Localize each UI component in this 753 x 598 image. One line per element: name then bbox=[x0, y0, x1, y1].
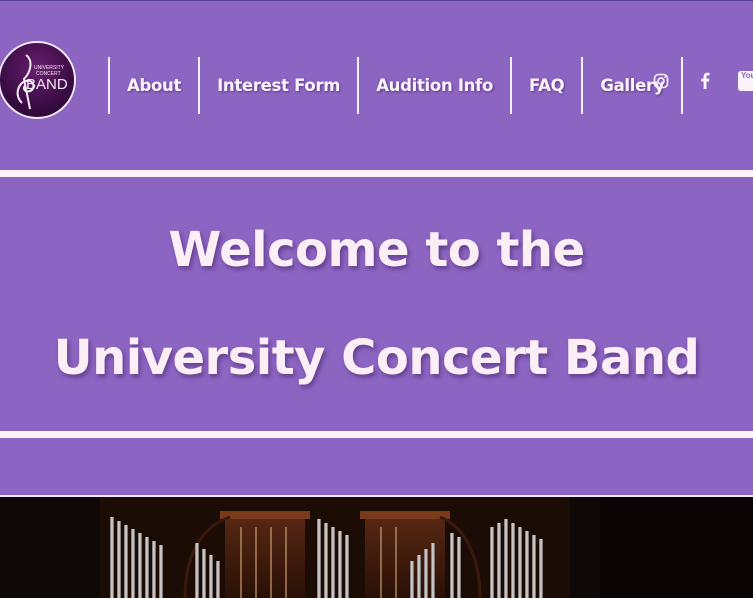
band-logo[interactable]: UNIVERSITY CONCERT BAND bbox=[0, 41, 76, 119]
site-header: UNIVERSITY CONCERT BAND About Interest F… bbox=[0, 0, 753, 170]
instagram-icon[interactable] bbox=[650, 70, 672, 92]
organ-photo bbox=[0, 497, 753, 598]
youtube-icon[interactable]: You bbox=[738, 70, 753, 92]
facebook-icon[interactable] bbox=[694, 70, 716, 92]
youtube-label: You bbox=[741, 71, 753, 80]
nav-interest-form[interactable]: Interest Form bbox=[198, 57, 357, 114]
nav-faq[interactable]: FAQ bbox=[510, 57, 581, 114]
hero-title-line2: University Concert Band bbox=[53, 330, 700, 386]
nav-about[interactable]: About bbox=[108, 57, 198, 114]
logo-text-band: BAND bbox=[26, 76, 68, 93]
hero-top-rule bbox=[0, 170, 753, 177]
hero-title-line1: Welcome to the bbox=[168, 222, 585, 278]
nav-audition-info[interactable]: Audition Info bbox=[357, 57, 510, 114]
main-nav: About Interest Form Audition Info FAQ Ga… bbox=[108, 57, 684, 114]
hero-bottom-rule bbox=[0, 431, 753, 438]
